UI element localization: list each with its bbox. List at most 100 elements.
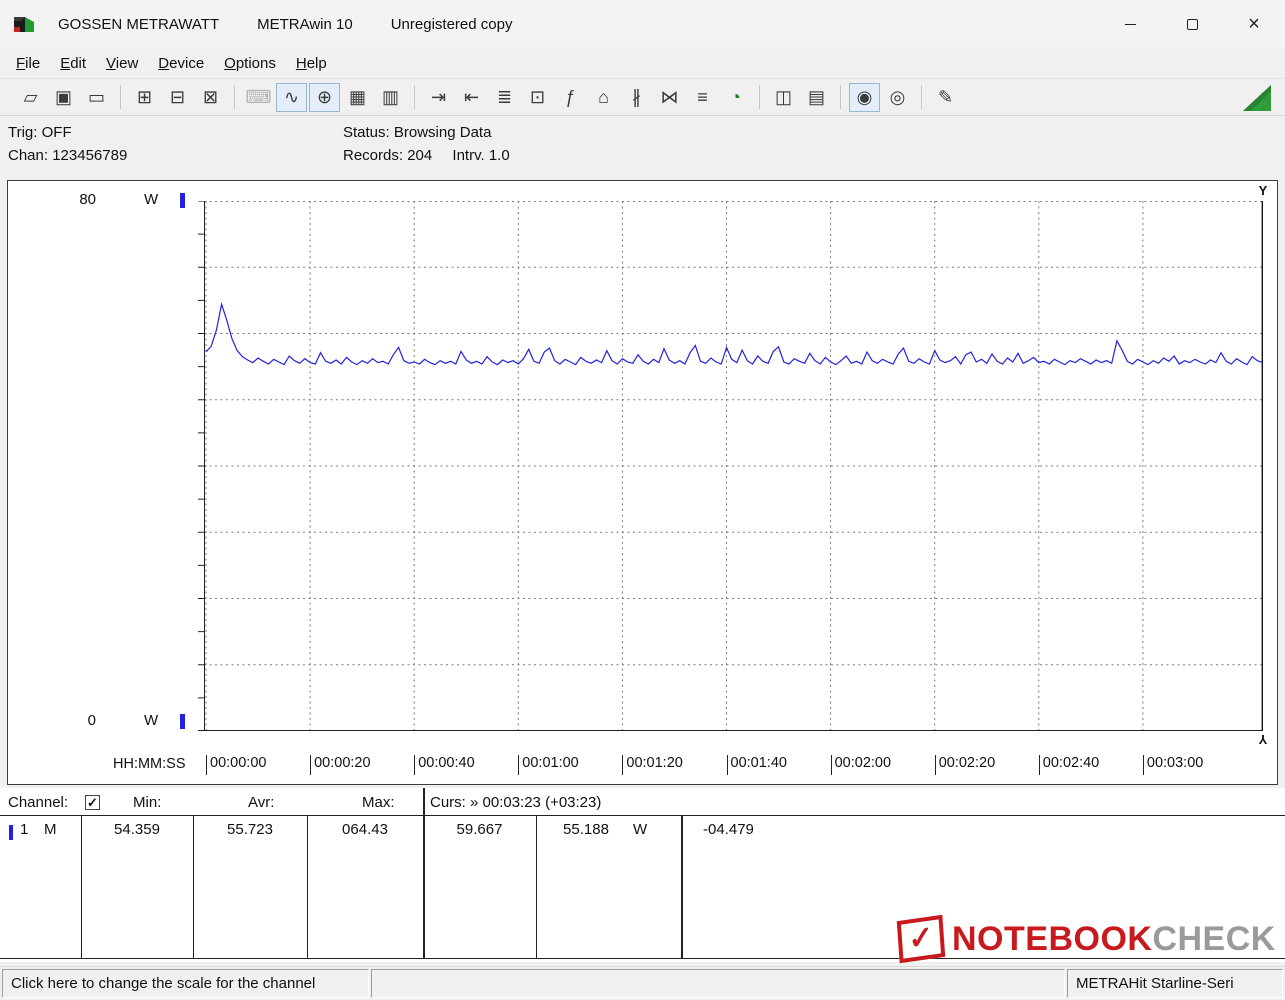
table-header-avr: Avr: xyxy=(248,794,274,811)
new-icon[interactable]: ▱ xyxy=(15,83,46,112)
numeric-display-icon[interactable]: ⌨ xyxy=(243,83,274,112)
table-view-icon[interactable]: ▦ xyxy=(342,83,373,112)
card-read-icon[interactable]: ⊟ xyxy=(162,83,193,112)
menu-device[interactable]: Device xyxy=(148,52,214,75)
open-icon[interactable]: ▭ xyxy=(81,83,112,112)
device-config-icon[interactable]: ≣ xyxy=(489,83,520,112)
device-receive-icon[interactable]: ⇤ xyxy=(456,83,487,112)
cursor-handle-bottom[interactable]: Y xyxy=(1256,732,1270,747)
channel-list: Chan: 123456789 xyxy=(8,147,127,164)
card-eject-icon[interactable]: ⊠ xyxy=(195,83,226,112)
x-axis: HH:MM:SS 00:00:00 00:00:20 00:00:40 00:01:0… xyxy=(8,755,1277,779)
channel-visibility-checkbox[interactable] xyxy=(85,795,100,810)
toolbar-separator xyxy=(840,85,841,109)
channel-split-icon[interactable]: ∦ xyxy=(621,83,652,112)
x-tick-label: 00:02:20 xyxy=(935,755,995,775)
row-cursor-value-2: 55.188 xyxy=(536,821,636,838)
cursor-handle-top[interactable]: Y xyxy=(1256,183,1270,198)
print-icon[interactable]: ▤ xyxy=(801,83,832,112)
watermark-text-notebook: NOTEBOOK xyxy=(952,920,1152,959)
card-write-icon[interactable]: ⊞ xyxy=(129,83,160,112)
timer-icon[interactable]: ◔ xyxy=(720,83,751,112)
trend-plot-area[interactable] xyxy=(198,201,1263,731)
notes-icon[interactable]: ✎ xyxy=(930,83,961,112)
row-channel-mode: M xyxy=(44,821,57,838)
channel-color-marker-row xyxy=(9,825,13,840)
x-tick-label: 00:01:00 xyxy=(518,755,578,775)
table-header-cursor: Curs: » 00:03:23 (+03:23) xyxy=(430,794,601,811)
channel-1-trace xyxy=(206,304,1263,364)
row-delta-value: -04.479 xyxy=(703,821,754,838)
statusbar-scale-hint[interactable]: Click here to change the scale for the c… xyxy=(2,969,369,998)
close-button[interactable]: × xyxy=(1223,0,1285,48)
x-tick-label: 00:02:40 xyxy=(1039,755,1099,775)
channel-merge-icon[interactable]: ⋈ xyxy=(654,83,685,112)
row-cursor-value-1: 59.667 xyxy=(423,821,536,838)
browse-status: Status: Browsing Data xyxy=(343,124,491,141)
device-send-icon[interactable]: ⇥ xyxy=(423,83,454,112)
table-header-max: Max: xyxy=(362,794,395,811)
trend-view-icon[interactable]: ∿ xyxy=(276,83,307,112)
title-bar: GOSSEN METRAWATT METRAwin 10 Unregistere… xyxy=(0,0,1285,48)
maximize-button[interactable] xyxy=(1161,0,1223,48)
minimize-icon xyxy=(1125,24,1136,25)
menu-options[interactable]: Options xyxy=(214,52,286,75)
maximize-icon xyxy=(1187,19,1198,30)
zoom-in-icon[interactable]: ◉ xyxy=(849,83,880,112)
table-header-min: Min: xyxy=(133,794,161,811)
toolbar-corner-triangle-icon xyxy=(1243,85,1271,116)
trigger-status: Trig: OFF xyxy=(8,124,72,141)
y-axis-unit-top: W xyxy=(144,191,158,208)
menu-help[interactable]: Help xyxy=(286,52,337,75)
records-status: Records: 204 Intrv. 1.0 xyxy=(343,147,510,164)
plot-svg xyxy=(198,201,1263,731)
row-channel-number: 1 xyxy=(20,821,28,838)
x-tick-label: 00:02:00 xyxy=(831,755,891,775)
toolbar-separator xyxy=(120,85,121,109)
menu-bar: FileEditViewDeviceOptionsHelp xyxy=(0,48,1285,78)
close-icon: × xyxy=(1248,14,1260,34)
chart-panel: 80 W 0 W Y Y HH:MM:SS 00:00:00 00:00:20 00… xyxy=(7,180,1278,785)
x-tick-label: 00:01:40 xyxy=(727,755,787,775)
toolbar-separator xyxy=(759,85,760,109)
row-max-value: 064.43 xyxy=(307,821,423,838)
table-column-divider-delta xyxy=(681,815,683,958)
channel-color-marker-top xyxy=(180,193,185,208)
minimize-button[interactable] xyxy=(1099,0,1161,48)
watermark-text-check: CHECK xyxy=(1152,920,1275,959)
row-unit: W xyxy=(633,821,647,838)
x-tick-label: 00:00:40 xyxy=(414,755,474,775)
channel-color-marker-bottom xyxy=(180,714,185,729)
window-title-app: GOSSEN METRAWATT xyxy=(58,16,219,33)
table-column-divider-cursor xyxy=(423,788,425,958)
x-tick-label: 00:03:00 xyxy=(1143,755,1203,775)
y-axis-max-label: 80 xyxy=(66,191,96,208)
memory-recall-icon[interactable]: ⌂ xyxy=(588,83,619,112)
toolbar-separator xyxy=(234,85,235,109)
row-min-value: 54.359 xyxy=(81,821,193,838)
toolbar: ▱▣▭ ⊞⊟⊠ ⌨∿⊕▦▥ ⇥⇤≣⊡ƒ⌂∦⋈≡◔ ◫▤ ◉◎ ✎ xyxy=(0,78,1285,116)
print-preview-icon[interactable]: ◫ xyxy=(768,83,799,112)
scope-view-icon[interactable]: ⊕ xyxy=(309,83,340,112)
statusbar-middle-panel xyxy=(371,969,1065,998)
zoom-out-icon[interactable]: ◎ xyxy=(882,83,913,112)
x-tick-label: 00:00:00 xyxy=(206,755,266,775)
y-axis-min-label: 0 xyxy=(66,712,96,729)
x-tick-label: 00:00:20 xyxy=(310,755,370,775)
save-icon[interactable]: ▣ xyxy=(48,83,79,112)
y-axis-unit-bottom: W xyxy=(144,712,158,729)
monitor-icon[interactable]: ⊡ xyxy=(522,83,553,112)
copy-data-icon[interactable]: ≡ xyxy=(687,83,718,112)
table-header-channel: Channel: xyxy=(8,794,68,811)
menu-edit[interactable]: Edit xyxy=(50,52,96,75)
acquisition-status-panel: Trig: OFF Chan: 123456789 Status: Browsi… xyxy=(0,116,1285,178)
row-avr-value: 55.723 xyxy=(193,821,307,838)
menu-view[interactable]: View xyxy=(96,52,148,75)
menu-file[interactable]: File xyxy=(6,52,50,75)
window-title-product: METRAwin 10 xyxy=(257,16,353,33)
x-axis-format-label: HH:MM:SS xyxy=(113,756,186,772)
toolbar-separator xyxy=(414,85,415,109)
function-icon[interactable]: ƒ xyxy=(555,83,586,112)
bar-graph-icon[interactable]: ▥ xyxy=(375,83,406,112)
status-bar: Click here to change the scale for the c… xyxy=(0,966,1285,1000)
